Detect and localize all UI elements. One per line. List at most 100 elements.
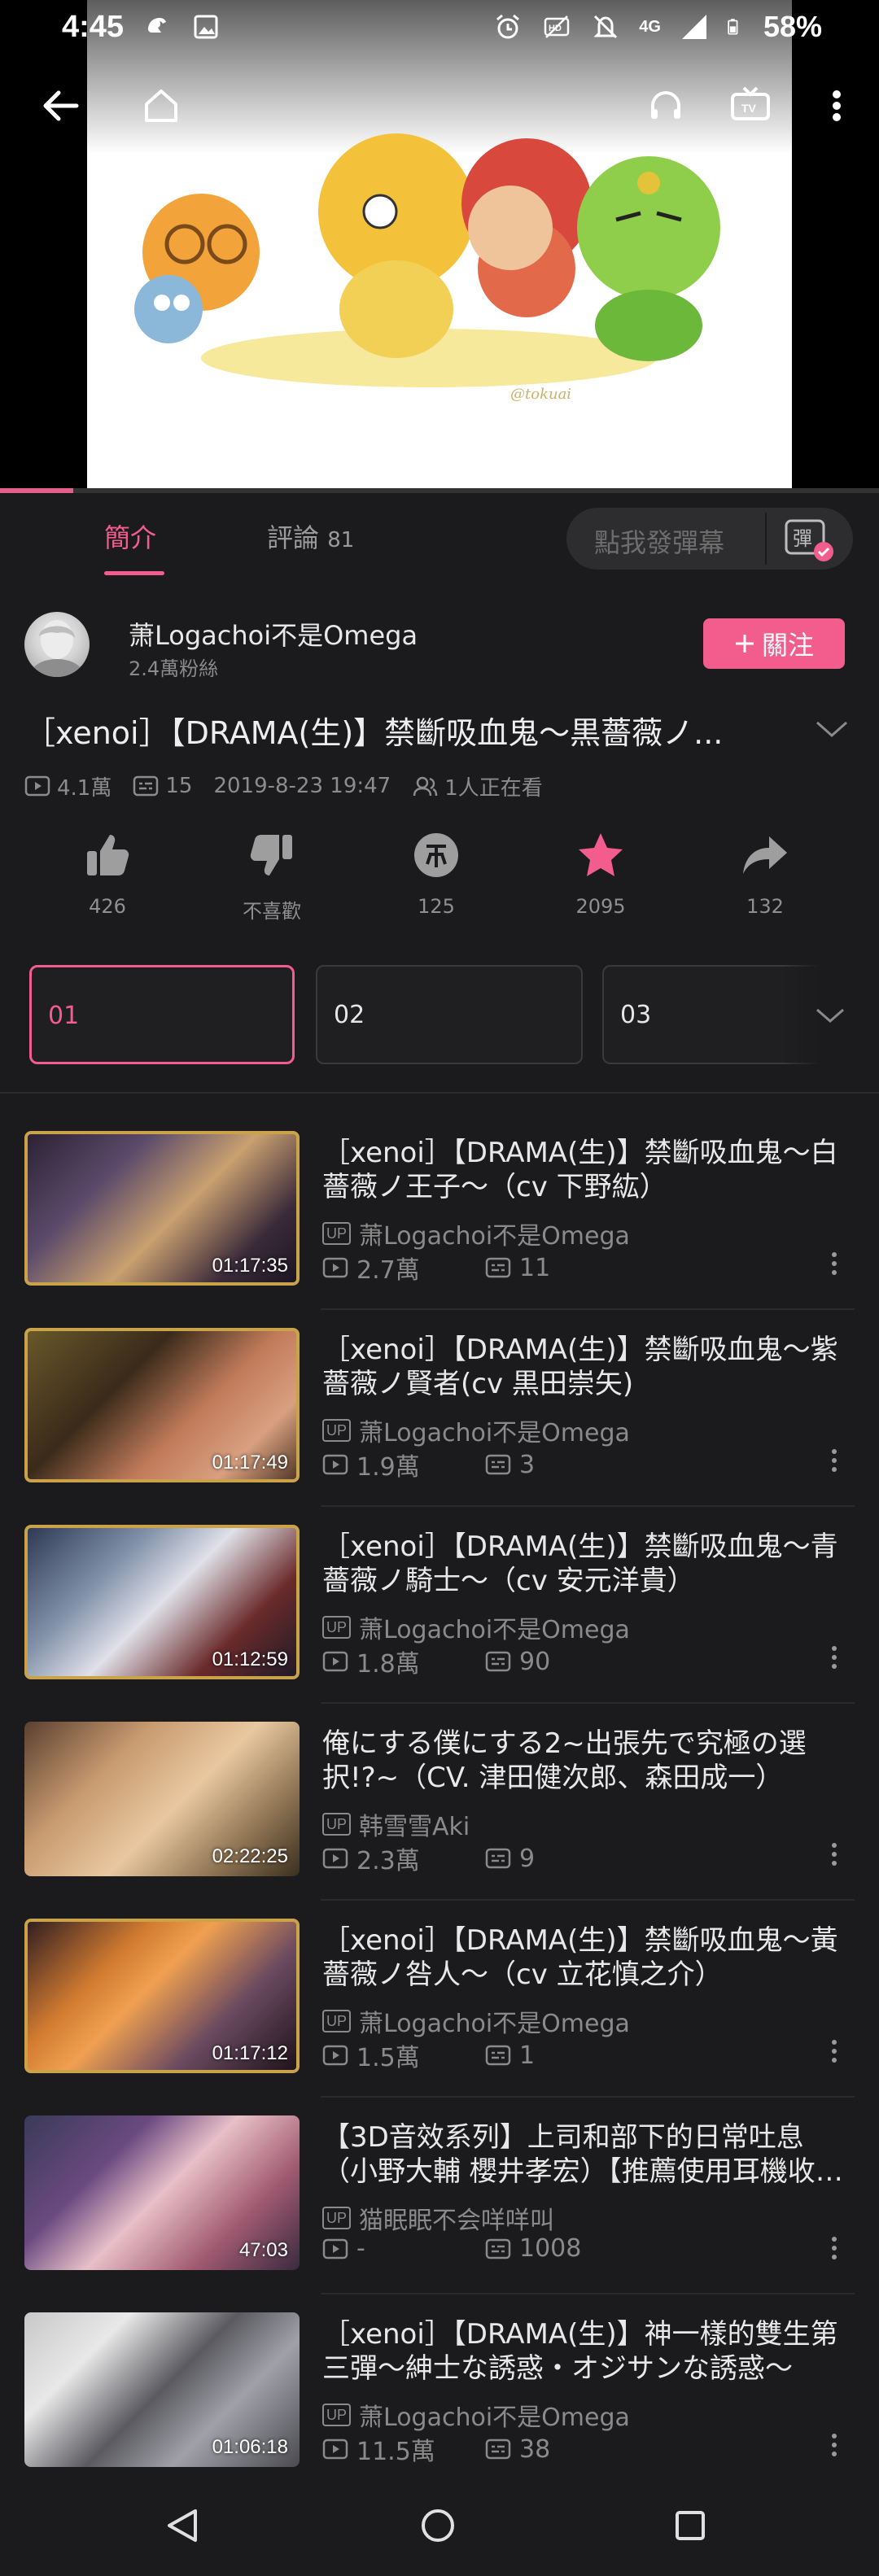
video-thumbnail[interactable]: 01:17:12 <box>24 1919 300 2073</box>
related-views: 2.3萬 <box>322 1840 485 1876</box>
circle-home-icon <box>422 2509 454 2542</box>
episode-label: 02 <box>334 1001 365 1029</box>
tab-intro[interactable]: 簡介 <box>104 517 156 555</box>
item-more-button[interactable] <box>822 2425 846 2465</box>
related-uploader-name: 猫眠眠不会咩咩叫 <box>359 2207 555 2235</box>
danmaku-input[interactable]: 點我發彈幕 <box>594 522 724 560</box>
vertical-dots-icon <box>833 90 841 121</box>
item-more-button[interactable] <box>822 1637 846 1678</box>
list-item[interactable]: 01:12:59 ［xenoi］【DRAMA(生)】禁斷吸血鬼～青薔薇ノ騎士～（… <box>0 1507 879 1704</box>
back-button[interactable] <box>28 73 93 138</box>
related-title: ［xenoi］【DRAMA(生)】禁斷吸血鬼～黃薔薇ノ咎人～（cv 立花慎之介） <box>322 1924 838 1991</box>
video-title: ［xenoi］【DRAMA(生)】禁斷吸血鬼～黒薔薇ノ... <box>24 715 724 751</box>
tab-comments-label: 評論 <box>267 522 320 553</box>
nav-back-button[interactable] <box>151 2495 213 2556</box>
video-duration: 01:12:59 <box>212 1648 288 1670</box>
video-thumbnail[interactable]: 01:17:35 <box>24 1131 300 1286</box>
nav-home-button[interactable] <box>407 2495 469 2556</box>
list-item[interactable]: 01:06:18 ［xenoi］【DRAMA(生)】神一樣的雙生第三彈～紳士な誘… <box>0 2294 879 2491</box>
video-thumbnail[interactable]: 01:06:18 <box>24 2312 300 2467</box>
related-stats: 11.5萬 38 <box>322 2431 648 2467</box>
related-stats: 1.5萬 1 <box>322 2037 648 2073</box>
star-icon <box>579 833 623 876</box>
favorite-button[interactable]: 2095 <box>536 830 666 918</box>
status-bar: 4:45 HD 4G 58% <box>0 0 879 54</box>
views-stat: 4.1萬 <box>24 771 112 801</box>
item-more-button[interactable] <box>822 1440 846 1481</box>
views-count: 4.1萬 <box>57 775 112 801</box>
video-thumbnail[interactable]: 01:17:49 <box>24 1328 300 1482</box>
list-item[interactable]: 01:17:49 ［xenoi］【DRAMA(生)】禁斷吸血鬼～紫薔薇ノ賢者(c… <box>0 1310 879 1507</box>
related-uploader-name: 萧Logachoi不是Omega <box>359 1222 630 1251</box>
related-danmaku: 90 <box>485 1648 648 1676</box>
play-count-icon <box>24 775 50 797</box>
video-thumbnail[interactable]: 01:12:59 <box>24 1525 300 1679</box>
related-danmaku-count: 11 <box>519 1253 551 1282</box>
related-uploader-name: 萧Logachoi不是Omega <box>359 1616 630 1644</box>
danmaku-count: 15 <box>165 774 193 798</box>
tv-icon: TV <box>731 86 770 120</box>
video-meta: 4.1萬 15 2019-8-23 19:47 1人正在看 <box>24 770 564 802</box>
thumbs-down-icon <box>250 835 292 875</box>
item-more-button[interactable] <box>822 1243 846 1284</box>
related-danmaku-count: 1008 <box>519 2234 582 2263</box>
cast-tv-button[interactable]: TV <box>718 73 783 138</box>
related-views-count: - <box>356 2234 365 2263</box>
video-thumbnail[interactable]: 47:03 <box>24 2115 300 2270</box>
related-title: 俺にする僕にする2~出張先で究極の選択!?~（CV. 津田健次郎、森田成一） <box>322 1727 807 1794</box>
related-views-count: 1.5萬 <box>356 2044 420 2072</box>
related-stats: 2.3萬 9 <box>322 1840 648 1876</box>
signal-icon <box>681 15 706 39</box>
item-more-button[interactable] <box>822 2031 846 2072</box>
system-nav-bar <box>0 2473 879 2576</box>
item-more-button[interactable] <box>822 1834 846 1875</box>
list-item[interactable]: 47:03 【3D音效系列】上司和部下的日常吐息（小野大輔 櫻井孝宏）【推薦使用… <box>0 2098 879 2294</box>
video-player[interactable]: @tokuai 4:45 HD 4G 58% TV <box>0 0 879 493</box>
coin-icon <box>414 833 458 877</box>
expand-chevron-icon[interactable] <box>814 716 850 740</box>
coin-button[interactable]: 125 <box>371 830 501 918</box>
danmaku-count-icon <box>485 1257 511 1278</box>
action-bar: 426 不喜歡 125 2095 132 <box>0 830 879 944</box>
avatar-image <box>29 620 85 677</box>
uploader-row: 萧Logachoi不是Omega 2.4萬粉絲 關注 <box>0 594 879 692</box>
danmaku-toggle-icon[interactable]: 彈 <box>780 516 837 563</box>
play-count-icon <box>322 1454 348 1475</box>
headphones-icon <box>651 91 680 119</box>
nav-recents-button[interactable] <box>659 2495 721 2556</box>
danmaku-divider <box>765 513 767 565</box>
audio-mode-button[interactable] <box>633 73 698 138</box>
item-more-button[interactable] <box>822 2228 846 2268</box>
uploader-name[interactable]: 萧Logachoi不是Omega <box>129 615 418 653</box>
episodes-expand-button[interactable] <box>781 965 879 1066</box>
danmaku-count-icon <box>485 1454 511 1475</box>
video-duration: 47:03 <box>238 2239 288 2261</box>
related-views-count: 1.8萬 <box>356 1650 420 1679</box>
related-uploader: UP 猫眠眠不会咩咩叫 <box>322 2200 554 2236</box>
list-item[interactable]: 02:22:25 俺にする僕にする2~出張先で究極の選択!?~（CV. 津田健次… <box>0 1704 879 1901</box>
avatar[interactable] <box>24 612 90 677</box>
episode-chip[interactable]: 01 <box>29 965 295 1064</box>
tab-comments[interactable]: 評論 81 <box>267 517 354 555</box>
video-duration: 02:22:25 <box>212 1845 288 1867</box>
related-danmaku-count: 38 <box>519 2434 551 2464</box>
like-button[interactable]: 426 <box>42 830 173 918</box>
episode-chip[interactable]: 02 <box>316 965 583 1064</box>
more-options-button[interactable] <box>804 73 869 138</box>
related-title: ［xenoi］【DRAMA(生)】禁斷吸血鬼～紫薔薇ノ賢者(cv 黒田崇矢) <box>322 1334 838 1400</box>
share-button[interactable]: 132 <box>700 830 830 918</box>
battery-percent: 58% <box>763 10 822 43</box>
up-badge: UP <box>322 1222 352 1245</box>
thumbs-up-icon <box>87 835 129 875</box>
triangle-back-icon <box>168 2509 197 2542</box>
related-stats: 2.7萬 11 <box>322 1250 648 1286</box>
video-thumbnail[interactable]: 02:22:25 <box>24 1722 300 1876</box>
related-uploader-name: 萧Logachoi不是Omega <box>359 2010 630 2038</box>
follow-button[interactable]: 關注 <box>703 618 845 669</box>
home-button[interactable] <box>129 73 194 138</box>
list-item[interactable]: 01:17:12 ［xenoi］【DRAMA(生)】禁斷吸血鬼～黃薔薇ノ咎人～（… <box>0 1901 879 2098</box>
dislike-button[interactable]: 不喜歡 <box>207 830 337 923</box>
video-duration: 01:17:35 <box>212 1255 288 1277</box>
list-item[interactable]: 01:17:35 ［xenoi］【DRAMA(生)】禁斷吸血鬼～白薔薇ノ王子～（… <box>0 1113 879 1310</box>
related-views: 11.5萬 <box>322 2431 485 2467</box>
